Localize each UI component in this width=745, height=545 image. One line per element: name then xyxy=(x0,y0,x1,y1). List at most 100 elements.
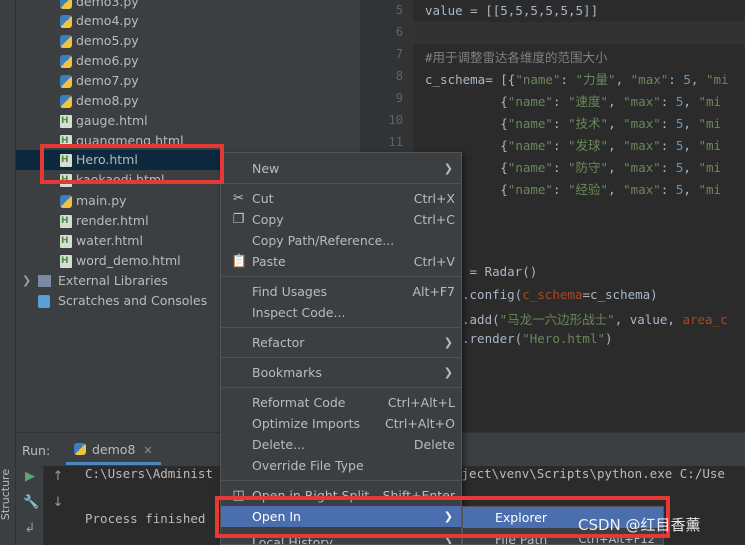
menu-item-reformat[interactable]: Reformat Code Ctrl+Alt+L xyxy=(221,392,461,413)
menu-shortcut: Ctrl+V xyxy=(413,254,455,269)
menu-shortcut: Delete xyxy=(413,437,455,452)
tree-item-demo5[interactable]: demo5.py xyxy=(16,31,360,51)
code-line-9: {"name": "速度", "max": 5, "mi xyxy=(425,94,722,109)
code-number: 5 xyxy=(675,138,684,153)
python-file-icon xyxy=(60,195,72,208)
run-tab-label: demo8 xyxy=(92,442,136,457)
tree-item-label: Scratches and Consoles xyxy=(58,293,208,308)
code-line-10: {"name": "技术", "max": 5, "mi xyxy=(425,116,722,131)
menu-item-label: Override File Type xyxy=(252,458,364,473)
menu-item-copy[interactable]: ❐ Copy Ctrl+C xyxy=(221,209,461,230)
code-number: 5 xyxy=(683,72,691,87)
menu-item-override-file-type[interactable]: Override File Type xyxy=(221,455,461,476)
html-file-icon xyxy=(60,111,72,131)
code-string: "name" xyxy=(515,72,561,87)
html-file-icon xyxy=(60,211,72,231)
line-number: 6 xyxy=(395,25,403,39)
menu-item-label: Cut xyxy=(252,191,274,206)
code-string: "Hero.html" xyxy=(522,331,606,346)
code-line-5: value = [[5,5,5,5,5,5]] xyxy=(425,3,598,18)
tree-item-label: demo6.py xyxy=(76,53,139,68)
chevron-right-icon: ❯ xyxy=(443,162,453,175)
run-icon[interactable]: ▶ xyxy=(23,470,37,484)
menu-item-label: Refactor xyxy=(252,335,305,350)
html-file-icon xyxy=(60,231,72,251)
line-number: 5 xyxy=(395,3,403,17)
run-scroll-tools: ↑ ↓ xyxy=(44,466,72,545)
code-string: "max" xyxy=(623,182,661,197)
menu-item-label: Copy xyxy=(252,212,284,227)
code-line-8: c_schema= [{"name": "力量", "max": 5, "mi xyxy=(425,72,729,87)
python-file-icon xyxy=(60,0,72,9)
code-text: = Radar() xyxy=(462,264,538,279)
menu-shortcut: Ctrl+Alt+O xyxy=(385,416,455,431)
scissors-icon: ✂ xyxy=(233,191,244,206)
code-string: "mi xyxy=(698,138,722,153)
menu-shortcut: Alt+F7 xyxy=(412,284,455,299)
menu-item-label: Inspect Code... xyxy=(252,305,346,320)
line-number: 7 xyxy=(395,47,403,61)
tree-item-demo6[interactable]: demo6.py xyxy=(16,51,360,71)
code-line-13: {"name": "经验", "max": 5, "mi xyxy=(425,182,722,197)
python-file-icon xyxy=(60,95,72,108)
soft-wrap-icon[interactable]: ↲ xyxy=(23,522,37,536)
html-file-icon xyxy=(60,251,72,271)
menu-item-delete[interactable]: Delete... Delete xyxy=(221,434,461,455)
code-text: , value, xyxy=(614,312,683,327)
structure-tool-button[interactable]: Structure xyxy=(0,466,16,526)
code-string: "max" xyxy=(623,94,661,109)
code-text: .config( xyxy=(462,287,523,302)
python-file-icon xyxy=(60,55,72,68)
chevron-right-icon[interactable]: ❯ xyxy=(22,271,31,291)
close-icon[interactable]: ✕ xyxy=(143,444,152,457)
tree-item-demo8[interactable]: demo8.py xyxy=(16,91,360,111)
code-line-render: .render("Hero.html") xyxy=(462,331,613,346)
code-string: "mi xyxy=(698,94,722,109)
tree-item-label: gauge.html xyxy=(76,113,148,128)
python-file-icon xyxy=(60,75,72,88)
menu-item-label: Reformat Code xyxy=(252,395,346,410)
menu-item-copy-path[interactable]: Copy Path/Reference... xyxy=(221,230,461,251)
code-string: "name" xyxy=(507,116,553,131)
current-line-highlight xyxy=(413,22,745,44)
tree-item-label: word_demo.html xyxy=(76,253,181,268)
menu-separator xyxy=(221,327,461,328)
code-line-add: .add("马龙一六边形战士", value, area_c xyxy=(462,309,728,328)
code-string: "马龙一六边形战士" xyxy=(499,312,615,327)
menu-item-inspect-code[interactable]: Inspect Code... xyxy=(221,302,461,323)
scratches-icon xyxy=(38,295,50,308)
python-file-icon xyxy=(60,35,72,48)
code-string: "name" xyxy=(507,94,553,109)
code-string: "技术" xyxy=(568,116,609,131)
run-tab-demo8[interactable]: demo8 ✕ xyxy=(66,435,161,465)
tree-item-gauge[interactable]: gauge.html xyxy=(16,111,360,131)
code-string: "mi xyxy=(698,182,722,197)
menu-shortcut: Ctrl+C xyxy=(413,212,455,227)
menu-item-bookmarks[interactable]: Bookmarks ❯ xyxy=(221,362,461,383)
code-number: 5 xyxy=(675,94,684,109)
arrow-up-icon[interactable]: ↑ xyxy=(51,470,65,484)
menu-item-label: Optimize Imports xyxy=(252,416,361,431)
output-line: oject\venv\Scripts\python.exe C:/Use xyxy=(454,466,725,481)
menu-item-label: Paste xyxy=(252,254,286,269)
menu-item-label: Delete... xyxy=(252,437,305,452)
line-number: 11 xyxy=(388,135,403,149)
tree-item-demo4[interactable]: demo4.py xyxy=(16,11,360,31)
code-string: "mi xyxy=(698,116,722,131)
menu-item-optimize-imports[interactable]: Optimize Imports Ctrl+Alt+O xyxy=(221,413,461,434)
wrench-icon[interactable]: 🔧 xyxy=(23,496,39,510)
menu-item-cut[interactable]: ✂ Cut Ctrl+X xyxy=(221,188,461,209)
code-string: "name" xyxy=(507,160,553,175)
code-text: ) xyxy=(605,331,613,346)
menu-item-refactor[interactable]: Refactor ❯ xyxy=(221,332,461,353)
tree-item-label: water.html xyxy=(76,233,143,248)
menu-item-paste[interactable]: 📋 Paste Ctrl+V xyxy=(221,251,461,272)
clipboard-icon: 📋 xyxy=(231,254,248,269)
menu-item-find-usages[interactable]: Find Usages Alt+F7 xyxy=(221,281,461,302)
tree-item-demo7[interactable]: demo7.py xyxy=(16,71,360,91)
menu-item-new[interactable]: New ❯ xyxy=(221,158,461,179)
arrow-down-icon[interactable]: ↓ xyxy=(51,496,65,510)
code-string: "max" xyxy=(623,138,661,153)
tree-item-label: demo7.py xyxy=(76,73,139,88)
code-number: 5 xyxy=(675,160,684,175)
